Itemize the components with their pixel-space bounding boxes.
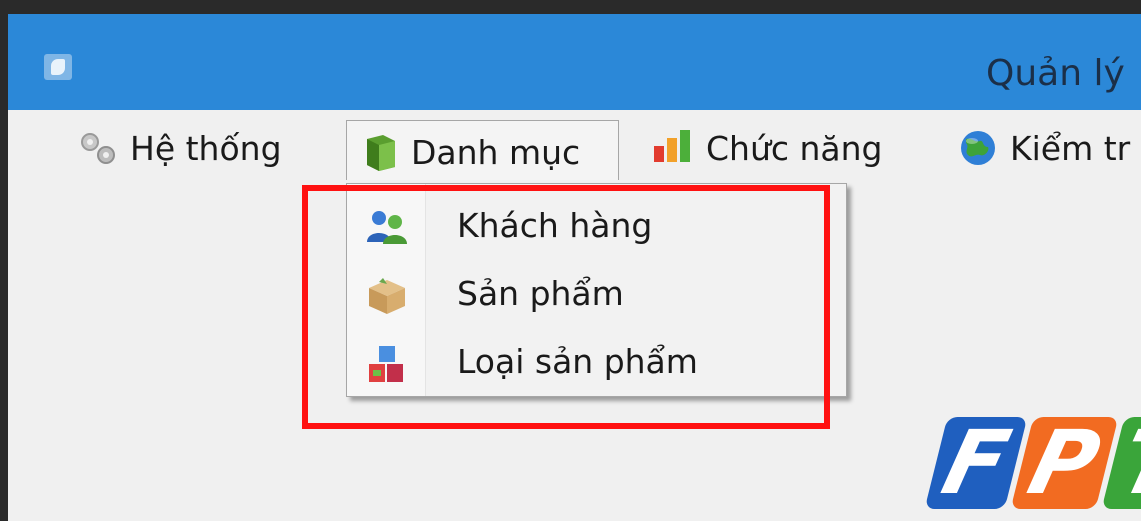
globe-icon <box>961 131 995 165</box>
menu-item-chuc-nang[interactable]: Chức năng <box>650 120 883 176</box>
box-icon <box>369 278 405 314</box>
menu-item-loai-san-pham[interactable]: Loại sản phẩm <box>347 328 846 394</box>
menu-bar: Hệ thống Danh mục Chức năng Kiểm tr <box>8 110 1141 184</box>
menu-item-label: Danh mục <box>411 133 581 172</box>
fpt-logo: F P T . <box>924 409 1141 514</box>
app-window: Quản lý Hệ thống Danh mục Chức năng Kiểm… <box>8 14 1141 521</box>
danh-muc-dropdown: Khách hàng Sản phẩm Loại sản phẩm <box>346 183 847 397</box>
menu-item-label: Kiểm tr <box>1010 128 1131 168</box>
window-title: Quản lý <box>986 53 1125 94</box>
menu-item-label: Loại sản phẩm <box>457 341 698 381</box>
menu-item-label: Chức năng <box>706 128 883 168</box>
cubes-icon <box>369 346 403 382</box>
logo-letter-p: P <box>1010 411 1119 514</box>
book-icon <box>367 134 395 171</box>
users-icon <box>367 211 407 244</box>
menu-item-danh-muc[interactable]: Danh mục <box>346 120 620 184</box>
app-icon[interactable] <box>44 54 72 80</box>
title-bar[interactable]: Quản lý <box>8 14 1141 110</box>
menu-item-label: Hệ thống <box>130 128 282 168</box>
menu-item-san-pham[interactable]: Sản phẩm <box>347 260 846 326</box>
logo-letter-f: F <box>924 411 1028 514</box>
menu-item-label: Khách hàng <box>457 205 653 245</box>
menu-item-label: Sản phẩm <box>457 273 624 313</box>
gear-icon <box>81 133 115 164</box>
menu-item-he-thong[interactable]: Hệ thống <box>76 120 282 176</box>
menu-item-khach-hang[interactable]: Khách hàng <box>347 192 846 258</box>
menu-item-kiem-tra[interactable]: Kiểm tr <box>956 120 1130 176</box>
bar-chart-icon <box>654 130 690 162</box>
